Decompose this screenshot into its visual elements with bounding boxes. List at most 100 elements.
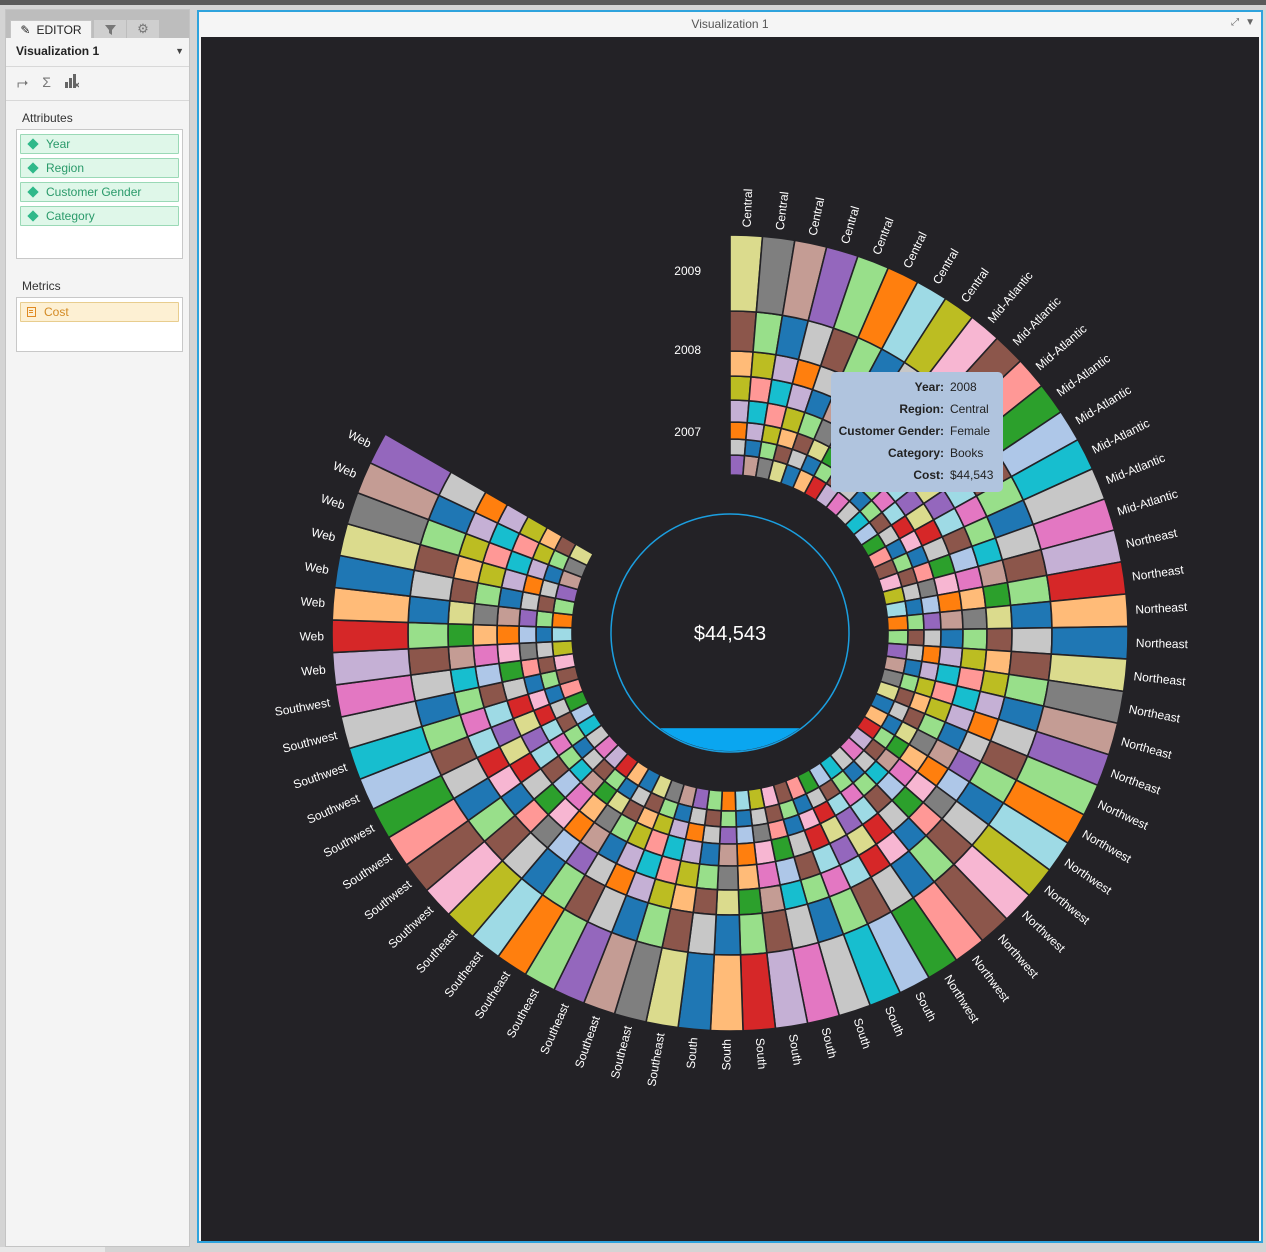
sunburst-segment[interactable] [472, 602, 500, 627]
sunburst-segment[interactable] [535, 640, 555, 660]
attribute-pill-year[interactable]: Year [20, 134, 179, 154]
region-label: Southeast [441, 948, 486, 1000]
visualization-selector[interactable]: Visualization 1 ▼ [16, 44, 184, 62]
sunburst-segment[interactable] [729, 375, 752, 402]
sunburst-segment[interactable] [886, 629, 909, 646]
sunburst-segment[interactable] [719, 809, 738, 828]
tab-editor-label: EDITOR [36, 22, 82, 37]
sunburst-segment[interactable] [474, 662, 504, 689]
sunburst-segment[interactable] [939, 628, 964, 650]
sunburst-segment[interactable] [755, 860, 782, 890]
tab-filter[interactable] [94, 20, 126, 38]
sunburst-segment[interactable] [734, 789, 752, 812]
sunburst-segment[interactable] [518, 625, 538, 645]
tab-editor[interactable]: ✎ EDITOR [10, 20, 92, 38]
sunburst-segment[interactable] [472, 623, 499, 647]
sigma-icon[interactable]: Σ [42, 74, 51, 92]
sunburst-segment[interactable] [447, 622, 475, 648]
sunburst-segment[interactable] [729, 438, 747, 457]
sunburst-segment[interactable] [496, 624, 521, 646]
sunburst-segment[interactable] [961, 627, 988, 651]
sunburst-segment[interactable] [717, 842, 739, 867]
region-label: Southwest [321, 821, 377, 860]
sunburst-segment[interactable] [1009, 600, 1053, 630]
sunburst-segment[interactable] [716, 864, 740, 891]
sunburst-segment[interactable] [447, 599, 476, 626]
sunburst-segment[interactable] [718, 825, 738, 845]
attributes-heading: Attributes [22, 111, 73, 125]
attribute-pill-region[interactable]: Region [20, 158, 179, 178]
visualization-panel: Visualization 1 ⤢ ▼ Central Central Centra… [197, 10, 1263, 1243]
sunburst-segment[interactable] [736, 863, 761, 891]
chart-options-icon[interactable] [64, 74, 79, 92]
sunburst-segment[interactable] [734, 808, 754, 828]
sunburst-segment[interactable] [407, 645, 452, 676]
sunburst-segment[interactable] [736, 841, 758, 867]
metric-pill-cost[interactable]: Cost [20, 302, 179, 322]
chevron-down-icon: ▼ [175, 46, 184, 56]
sunburst-segment[interactable] [753, 839, 777, 866]
sunburst-segment[interactable] [518, 641, 539, 662]
metrics-well[interactable]: Cost [16, 297, 183, 352]
maximize-icon[interactable]: ⤢ [1231, 17, 1239, 28]
region-label: South [753, 1037, 769, 1069]
region-label: Central [838, 204, 862, 245]
sunburst-segment[interactable] [737, 887, 764, 916]
sunburst-segment[interactable] [984, 604, 1013, 630]
sunburst-segment[interactable] [886, 614, 909, 632]
region-label: Web [345, 427, 373, 451]
sunburst-segment[interactable] [407, 621, 450, 650]
sunburst-segment[interactable] [729, 310, 758, 353]
region-label: Northwest [969, 953, 1013, 1005]
sunburst-segment[interactable] [906, 613, 925, 631]
editor-toolbar: ⮣ Σ [17, 74, 79, 92]
sunburst-segment[interactable] [692, 886, 719, 916]
sunburst-segment[interactable] [904, 597, 924, 617]
sunburst-segment[interactable] [919, 594, 941, 615]
sunburst-segment[interactable] [922, 611, 942, 631]
sunburst-segment[interactable] [884, 600, 909, 619]
sunburst-segment[interactable] [758, 884, 786, 915]
sunburst-segment[interactable] [738, 912, 768, 956]
sunburst-segment[interactable] [936, 590, 963, 614]
sunburst-segment[interactable] [551, 626, 574, 643]
sunburst-segment[interactable] [985, 627, 1013, 653]
sunburst-segment[interactable] [472, 643, 500, 668]
sunburst-segment[interactable] [535, 609, 555, 629]
sunburst-segment[interactable] [496, 605, 522, 627]
sunburst-segment[interactable] [720, 789, 737, 812]
sunburst-segment[interactable] [1010, 626, 1053, 655]
sunburst-segment[interactable] [906, 629, 925, 647]
sunburst-segment[interactable] [729, 399, 750, 424]
sunburst-segment[interactable] [447, 644, 477, 671]
attributes-well[interactable]: Year Region Customer Gender Category [16, 129, 183, 259]
sunburst-segment[interactable] [715, 888, 741, 916]
sunburst-segment[interactable] [498, 659, 525, 684]
metrics-heading: Metrics [22, 279, 61, 293]
tab-properties[interactable]: ⚙ [127, 20, 159, 38]
sunburst-segment[interactable] [701, 824, 722, 845]
sunburst-segment[interactable] [496, 642, 522, 665]
sunburst-segment[interactable] [922, 628, 942, 648]
region-label: Mid-Atlantic [985, 269, 1036, 326]
sunburst-segment[interactable] [535, 625, 554, 644]
sunburst-segment[interactable] [518, 607, 539, 628]
attribute-pill-category[interactable]: Category [20, 206, 179, 226]
sunburst-segment[interactable] [331, 619, 410, 654]
sunburst-segment[interactable] [729, 350, 754, 378]
sunburst-segment[interactable] [961, 606, 988, 631]
chevron-down-icon[interactable]: ▼ [1245, 17, 1255, 28]
attribute-pill-customer-gender[interactable]: Customer Gender [20, 182, 179, 202]
sunburst-segment[interactable] [729, 421, 749, 441]
sunburst-segment[interactable] [551, 639, 575, 658]
sunburst-segment[interactable] [981, 581, 1012, 609]
region-label: Northwest [1095, 797, 1151, 833]
swap-axes-icon[interactable]: ⮣ [17, 74, 28, 92]
sunburst-segment[interactable] [735, 824, 756, 845]
sunburst-segment[interactable] [713, 913, 742, 956]
sunburst-chart: Central Central Central Central Central Centr… [274, 188, 1189, 1087]
sunburst-segment[interactable] [449, 665, 480, 694]
sunburst-segment[interactable] [958, 586, 987, 612]
sunburst-segment[interactable] [939, 609, 964, 631]
sunburst-segment[interactable] [709, 953, 744, 1032]
